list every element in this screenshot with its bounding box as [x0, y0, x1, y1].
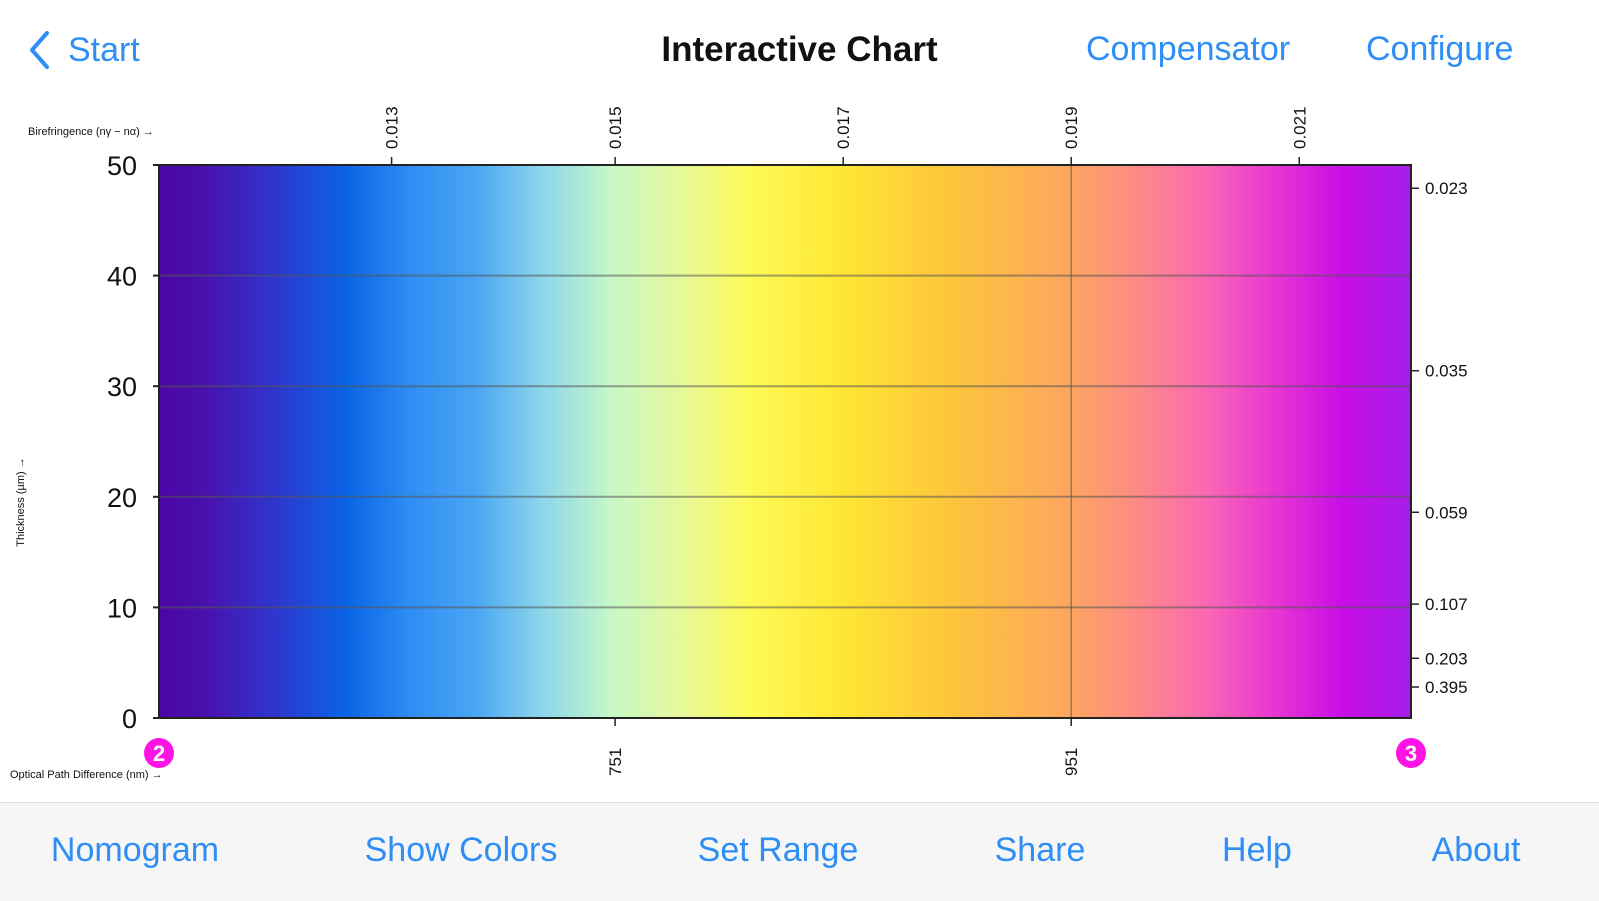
chevron-left-icon [30, 31, 49, 69]
show-colors-button[interactable]: Show Colors [365, 831, 558, 870]
compensator-button[interactable]: Compensator [1086, 30, 1290, 69]
y-tick-label: 20 [107, 483, 137, 513]
y-tick-label: 0 [122, 704, 137, 734]
color-band[interactable] [159, 165, 1411, 718]
order-marker-label: 2 [153, 741, 165, 766]
top-axis-title: Birefringence (nγ − nα) → [28, 126, 154, 138]
y-tick-label: 40 [107, 262, 137, 292]
right-tick-label: 0.107 [1425, 595, 1468, 614]
back-button-label: Start [68, 30, 140, 69]
y-tick-label: 10 [107, 593, 137, 623]
top-tick-label: 0.021 [1290, 106, 1309, 149]
top-tick-label: 0.015 [606, 106, 625, 149]
interference-color-chart[interactable]: 0 10 20 30 40 50 0.013 0.015 0.017 0.019 0.021 751 9… [0, 92, 1599, 800]
y-tick-label: 50 [107, 151, 137, 181]
help-button[interactable]: Help [1222, 831, 1292, 870]
configure-button[interactable]: Configure [1366, 30, 1513, 69]
top-tick-label: 0.017 [834, 106, 853, 149]
right-tick-label: 0.203 [1425, 649, 1468, 668]
bottom-toolbar: Nomogram Show Colors Set Range Share Hel… [0, 802, 1599, 901]
navigation-bar: Start Interactive Chart Compensator Conf… [0, 0, 1599, 100]
back-button[interactable]: Start [28, 26, 140, 74]
about-button[interactable]: About [1432, 831, 1521, 870]
bottom-axis-title: Optical Path Difference (nm) → [10, 769, 163, 781]
left-axis-title: Thickness (µm) → [15, 457, 27, 546]
right-tick-label: 0.059 [1425, 503, 1468, 522]
bottom-tick-label: 951 [1062, 748, 1081, 776]
page-title: Interactive Chart [661, 30, 938, 69]
bottom-tick-label: 751 [606, 748, 625, 776]
y-tick-label: 30 [107, 372, 137, 402]
right-tick-label: 0.023 [1425, 179, 1468, 198]
top-tick-label: 0.019 [1062, 106, 1081, 149]
nomogram-button[interactable]: Nomogram [51, 831, 219, 870]
share-button[interactable]: Share [995, 831, 1086, 870]
order-marker-label: 3 [1405, 741, 1417, 766]
top-tick-label: 0.013 [383, 106, 402, 149]
right-tick-label: 0.395 [1425, 678, 1468, 697]
right-tick-label: 0.035 [1425, 362, 1468, 381]
set-range-button[interactable]: Set Range [698, 831, 859, 870]
